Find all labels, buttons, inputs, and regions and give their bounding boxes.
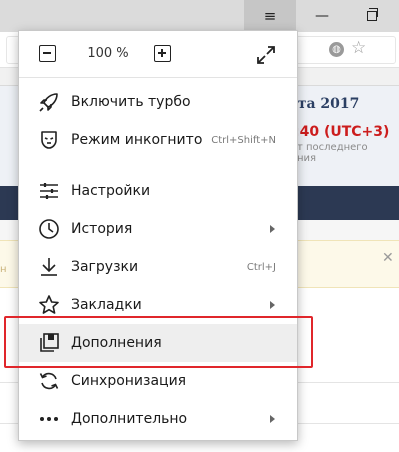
submenu-arrow-icon [270, 301, 275, 309]
menu-item-incognito[interactable]: Режим инкогнито Ctrl+Shift+N [19, 121, 297, 159]
menu-item-label: Закладки [71, 297, 142, 313]
menu-item-label: Дополнительно [71, 411, 188, 427]
header-time: :40 (UTC+3) [294, 124, 390, 140]
zoom-out-button[interactable] [39, 45, 56, 62]
download-icon [41, 258, 57, 276]
bookmark-star-icon[interactable]: ☆ [351, 38, 366, 58]
menu-item-settings[interactable]: Настройки [19, 172, 297, 210]
menu-item-label: Настройки [71, 183, 151, 199]
menu-item-label: Включить турбо [71, 94, 191, 110]
header-date: рта 2017 [288, 96, 360, 112]
menu-item-label: История [71, 221, 133, 237]
star-icon [39, 295, 59, 314]
restore-icon [367, 8, 378, 21]
browser-menu-button[interactable]: ≡ [244, 0, 296, 32]
zoom-in-button[interactable] [154, 45, 171, 62]
rocket-icon [39, 93, 58, 112]
header-note-line2: ния [297, 153, 317, 164]
incognito-icon [41, 131, 57, 149]
zoom-controls: 100 % [19, 31, 297, 77]
globe-icon[interactable]: ◍ [329, 42, 344, 57]
menu-item-shortcut: Ctrl+J [246, 262, 276, 273]
clock-icon [39, 219, 59, 239]
menu-item-label: Синхронизация [71, 373, 187, 389]
highlight-frame [4, 316, 313, 368]
zoom-level: 100 % [87, 46, 129, 61]
menu-item-turbo[interactable]: Включить турбо [19, 83, 297, 121]
header-note-line1: т последнего [297, 142, 368, 153]
sliders-icon [40, 183, 58, 199]
menu-item-history[interactable]: История [19, 210, 297, 248]
maximize-button[interactable] [346, 0, 398, 32]
menu-item-downloads[interactable]: Загрузки Ctrl+J [19, 248, 297, 286]
notice-text: н [0, 264, 7, 275]
fullscreen-icon[interactable] [255, 44, 277, 66]
menu-item-more[interactable]: Дополнительно [19, 400, 297, 438]
menu-item-label: Режим инкогнито [71, 132, 203, 148]
sync-icon [39, 372, 59, 390]
menu-item-shortcut: Ctrl+Shift+N [211, 135, 276, 146]
submenu-arrow-icon [270, 415, 275, 423]
title-bar: ≡ — [0, 0, 399, 32]
menu-divider [19, 77, 297, 78]
browser-main-menu: 100 % Включить турбо Режим инкогнито Ctr… [18, 30, 298, 441]
minimize-button[interactable]: — [296, 0, 348, 32]
menu-item-label: Загрузки [71, 259, 139, 275]
notice-close-icon[interactable]: ✕ [382, 250, 394, 266]
more-icon [40, 417, 58, 421]
submenu-arrow-icon [270, 225, 275, 233]
